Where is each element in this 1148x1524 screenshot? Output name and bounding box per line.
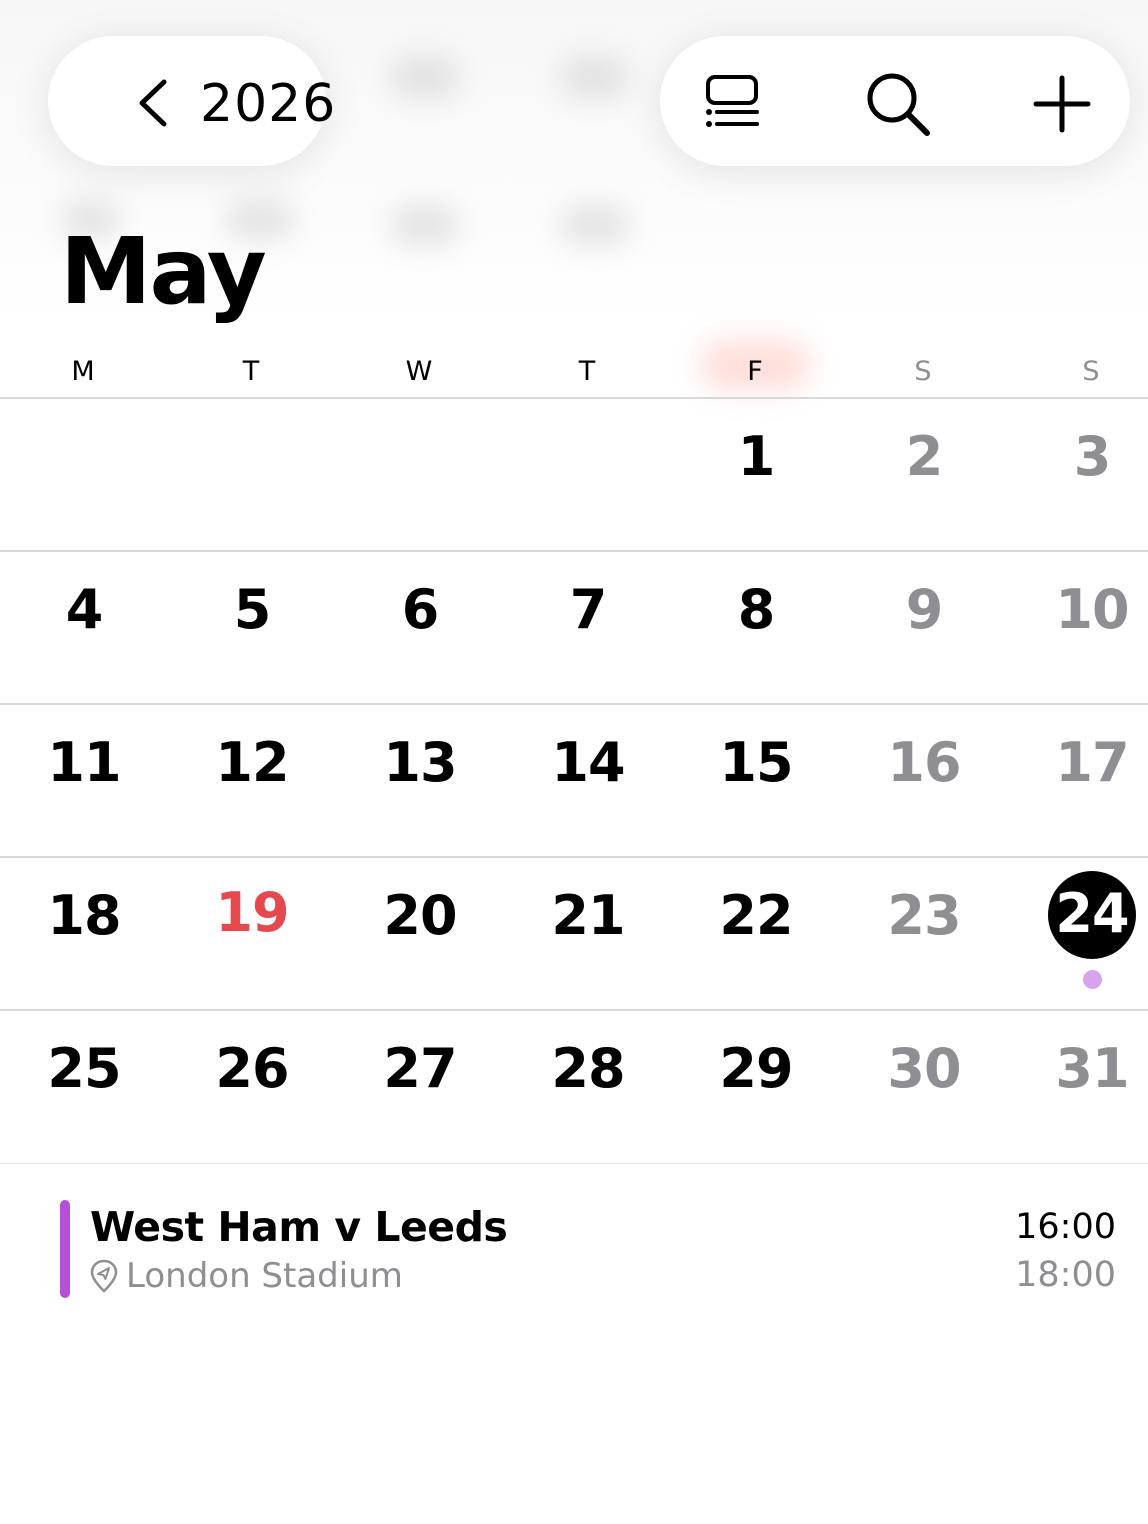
event-start-time: 16:00 [1015,1207,1116,1247]
day-cell[interactable]: 21 [528,886,648,946]
day-cell[interactable]: 2 [864,427,984,487]
blurred-background [560,55,630,100]
day-cell[interactable]: 30 [864,1039,984,1099]
day-cell[interactable]: 23 [864,886,984,946]
blurred-background [560,205,630,245]
row-divider [0,703,1148,705]
weekday-label: W [405,356,433,387]
add-event-button[interactable] [1022,66,1102,142]
day-cell[interactable]: 9 [864,580,984,640]
day-cell[interactable]: 7 [528,580,648,640]
event-location: London Stadium [90,1256,403,1296]
day-cell[interactable]: 8 [696,580,816,640]
day-cell[interactable]: 6 [360,580,480,640]
day-cell[interactable]: 28 [528,1039,648,1099]
search-button[interactable] [858,64,938,144]
back-to-year-button[interactable]: 2026 [48,36,335,166]
day-cell[interactable]: 5 [192,580,312,640]
day-cell[interactable]: 17 [1032,733,1148,793]
back-year-label: 2026 [200,74,337,134]
event-title: West Ham v Leeds [90,1203,508,1251]
list-view-icon [706,75,759,127]
list-view-button[interactable] [692,66,772,138]
day-cell[interactable]: 20 [360,886,480,946]
row-divider [0,1009,1148,1011]
weekday-label: M [71,356,95,387]
row-divider [0,856,1148,858]
blurred-background [390,205,460,245]
chevron-left-icon [139,79,167,127]
day-cell[interactable]: 27 [360,1039,480,1099]
day-cell[interactable]: 18 [24,886,144,946]
row-divider [0,550,1148,552]
day-cell[interactable]: 26 [192,1039,312,1099]
day-cell[interactable]: 16 [864,733,984,793]
day-cell[interactable]: 31 [1032,1039,1148,1099]
weekday-label: S [914,356,932,387]
month-title: May [60,218,267,325]
event-location-label: London Stadium [126,1256,403,1296]
weekday-label: S [1082,356,1100,387]
toolbar-actions [660,36,1130,166]
row-divider [0,397,1148,399]
location-arrow-icon [90,1259,118,1293]
blurred-background [390,55,460,100]
day-cell[interactable]: 25 [24,1039,144,1099]
day-cell-holiday[interactable]: 19 [192,883,312,943]
event-end-time: 18:00 [1015,1255,1116,1295]
day-cell[interactable]: 15 [696,733,816,793]
day-cell[interactable]: 22 [696,886,816,946]
day-cell[interactable]: 4 [24,580,144,640]
day-cell[interactable]: 10 [1032,580,1148,640]
event-indicator-dot [1083,970,1102,989]
weekday-label: T [242,356,260,387]
day-cell-today[interactable]: 24 [1032,884,1148,944]
event-color-bar [60,1200,70,1298]
weekday-label: F [747,356,763,387]
weekday-label: T [578,356,596,387]
day-cell[interactable]: 3 [1032,427,1148,487]
day-cell[interactable]: 29 [696,1039,816,1099]
row-divider [0,1163,1148,1164]
search-icon [867,73,930,136]
plus-icon [1033,75,1091,133]
day-cell[interactable]: 1 [696,427,816,487]
day-cell[interactable]: 14 [528,733,648,793]
day-cell[interactable]: 11 [24,733,144,793]
day-cell[interactable]: 12 [192,733,312,793]
day-cell[interactable]: 13 [360,733,480,793]
